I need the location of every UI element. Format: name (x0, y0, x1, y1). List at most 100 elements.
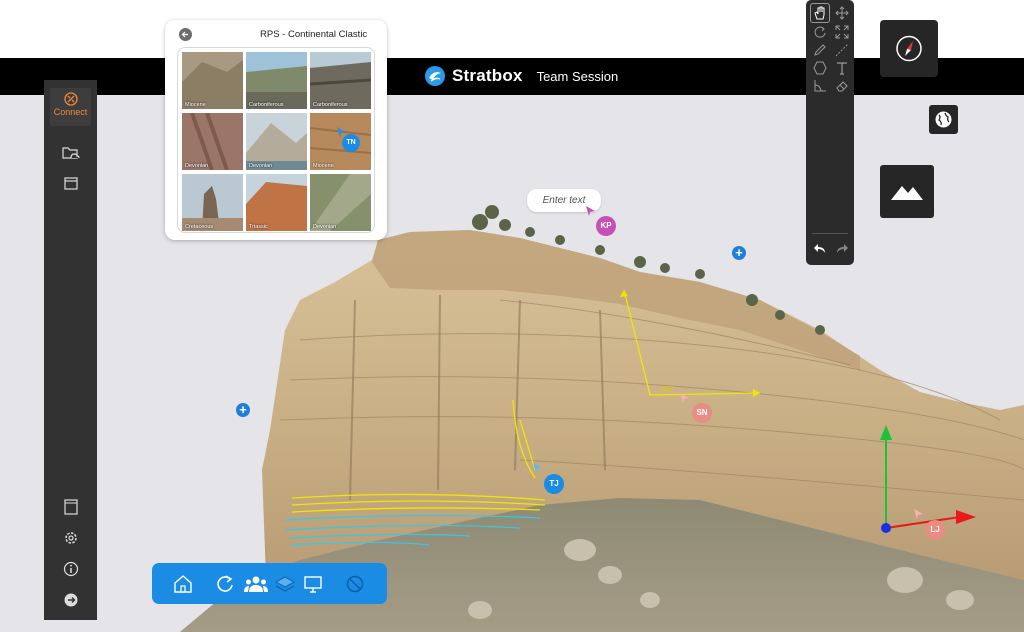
photo-thumb[interactable]: Cretaceous (182, 174, 243, 231)
photo-thumb[interactable]: Carboniferous (310, 52, 371, 109)
compass-button[interactable] (880, 20, 938, 77)
rotate-icon (814, 26, 826, 38)
rotate-tool[interactable] (812, 24, 828, 40)
eraser-icon (836, 81, 848, 92)
photo-label: Devonian (249, 163, 273, 169)
outcrop-photo (310, 113, 371, 170)
connect-button[interactable]: Connect (50, 88, 91, 126)
photo-label: Miocene (185, 102, 206, 108)
arrow-left-icon (181, 31, 188, 38)
cloud-folder-button[interactable] (61, 143, 81, 163)
photo-label: Carboniferous (249, 102, 284, 108)
outcrop-photo (182, 113, 243, 170)
outcrop-photo (246, 174, 307, 231)
tool-palette (806, 0, 854, 265)
photo-thumb[interactable]: Devonian (246, 113, 307, 170)
undo-button[interactable] (812, 241, 828, 257)
outcrop-photo (182, 52, 243, 109)
user-badge-tj: TJ (544, 474, 564, 494)
info-icon (63, 561, 79, 577)
photo-thumb[interactable]: Carboniferous (246, 52, 307, 109)
lj-cursor-icon (914, 509, 923, 519)
eraser-tool[interactable] (834, 78, 850, 94)
expand-icon (835, 25, 849, 39)
photo-label: Carboniferous (313, 102, 348, 108)
layers-icon (275, 576, 295, 592)
brand: Stratbox Team Session (424, 63, 618, 89)
info-button[interactable] (61, 559, 81, 579)
disabled-icon (346, 575, 364, 593)
cloud-folder-icon (62, 147, 80, 159)
monitor-icon (304, 576, 322, 593)
photo-label: Miocene (313, 163, 334, 169)
photo-thumb[interactable]: Miocene (182, 52, 243, 109)
home-button[interactable] (172, 573, 194, 595)
outcrop-model[interactable] (0, 95, 1024, 632)
move-icon (835, 6, 849, 20)
outcrop-3d-viewport[interactable] (0, 95, 1024, 632)
add-hotspot-button-left[interactable]: + (236, 403, 250, 417)
outcrop-photo (182, 174, 243, 231)
expand-tool[interactable] (834, 24, 850, 40)
settings-button[interactable] (61, 528, 81, 548)
logout-button[interactable] (61, 590, 81, 610)
ruler-icon (835, 43, 849, 57)
pencil-icon (814, 44, 826, 56)
user-badge-tn: TN (342, 134, 360, 152)
photo-label: Triassic (249, 224, 268, 230)
polygon-tool[interactable] (812, 60, 828, 76)
help-book-icon (64, 499, 78, 515)
user-badge-lj: LJ (925, 520, 945, 540)
redo-icon (837, 244, 848, 253)
add-hotspot-button[interactable]: + (732, 246, 746, 260)
team-icon (244, 576, 268, 592)
logout-icon (64, 593, 78, 607)
globe-button[interactable] (929, 105, 958, 134)
user-badge-kp: KP (596, 216, 616, 236)
monitor-button[interactable] (302, 573, 324, 595)
calendar-icon (64, 177, 78, 190)
photo-label: Devonian (313, 224, 337, 230)
redo-button[interactable] (834, 241, 850, 257)
outcrop-photo (246, 52, 307, 109)
photo-thumb[interactable]: Devonian (310, 174, 371, 231)
hand-tool[interactable] (812, 5, 828, 21)
rock-photo-panel: RPS - Continental Clastic Miocene Carbon… (165, 20, 387, 240)
photo-label: Cretaceous (185, 224, 214, 230)
text-icon (837, 62, 847, 75)
outcrop-photo (310, 174, 371, 231)
photo-thumb[interactable]: Devonian (182, 113, 243, 170)
disabled-button[interactable] (344, 573, 366, 595)
photo-label: Devonian (185, 163, 209, 169)
rotate-icon (217, 575, 233, 592)
angle-icon (814, 80, 826, 92)
sn-cursor-icon (680, 393, 689, 403)
angle-tool[interactable] (812, 78, 828, 94)
connect-icon (63, 92, 78, 106)
stratbox-logo-icon (425, 66, 445, 86)
calendar-button[interactable] (61, 173, 81, 193)
photo-thumb[interactable]: Triassic (246, 174, 307, 231)
pencil-tool[interactable] (812, 42, 828, 58)
text-tool[interactable] (834, 60, 850, 76)
hand-icon (814, 6, 825, 20)
ruler-tool[interactable] (834, 42, 850, 58)
photo-thumb[interactable]: Miocene (310, 113, 371, 170)
rotate-button[interactable] (214, 573, 236, 595)
top-strip (0, 0, 1024, 58)
session-title: Team Session (536, 68, 619, 84)
outcrop-photo (310, 52, 371, 109)
back-button[interactable] (179, 28, 192, 41)
move-tool[interactable] (834, 5, 850, 21)
polygon-icon (813, 61, 827, 75)
user-badge-sn: SN (692, 403, 712, 423)
layers-button[interactable] (274, 573, 296, 595)
team-button[interactable] (243, 573, 269, 595)
undo-icon (814, 244, 825, 253)
globe-icon (935, 111, 952, 128)
image-layer-button[interactable] (880, 165, 934, 218)
panel-title: RPS - Continental Clastic (260, 29, 368, 40)
help-button[interactable] (61, 497, 81, 517)
home-icon (174, 575, 192, 593)
tj-cursor-icon (533, 463, 542, 473)
